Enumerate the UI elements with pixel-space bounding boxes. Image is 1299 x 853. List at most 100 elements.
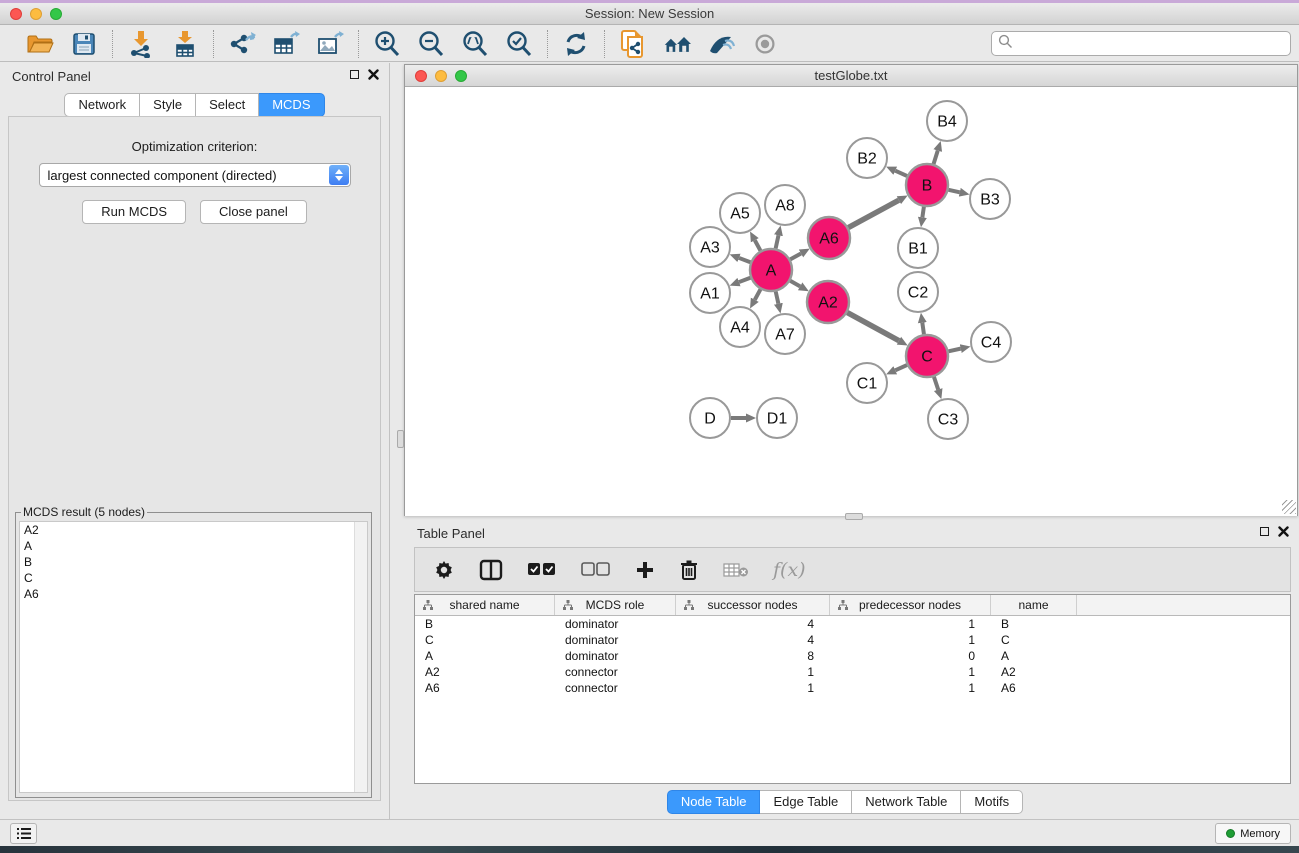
edge-A6-B[interactable] <box>848 200 899 227</box>
edge-B-B1[interactable] <box>922 207 924 218</box>
open-icon[interactable] <box>26 30 54 58</box>
table-cell[interactable]: A <box>991 648 1077 664</box>
clone-network-icon[interactable] <box>619 30 647 58</box>
graph-node-C1[interactable]: C1 <box>847 363 887 403</box>
home-icon[interactable] <box>663 30 691 58</box>
table-cell[interactable]: 4 <box>676 632 830 648</box>
close-panel-button[interactable]: Close panel <box>200 200 307 224</box>
graph-node-B[interactable]: B <box>906 164 948 206</box>
memory-button[interactable]: Memory <box>1215 823 1291 844</box>
splitter-handle-horizontal[interactable] <box>845 513 863 520</box>
export-image-icon[interactable] <box>316 30 344 58</box>
table-cell[interactable]: A2 <box>991 664 1077 680</box>
search-box[interactable] <box>991 31 1291 56</box>
graph-node-A[interactable]: A <box>750 249 792 291</box>
graph-node-A6[interactable]: A6 <box>808 217 850 259</box>
float-table-panel-icon[interactable] <box>1260 527 1269 536</box>
edge-A-A2[interactable] <box>790 281 800 287</box>
result-list-item[interactable]: A2 <box>20 522 367 538</box>
graph-node-C[interactable]: C <box>906 335 948 377</box>
table-cell[interactable]: B <box>415 616 555 632</box>
graph-node-B1[interactable]: B1 <box>898 228 938 268</box>
column-header-successor-nodes[interactable]: successor nodes <box>676 595 830 615</box>
edge-B-B4[interactable] <box>934 151 938 164</box>
birdseye-view-icon[interactable] <box>751 30 779 58</box>
table-cell[interactable]: dominator <box>555 648 676 664</box>
column-header-MCDS-role[interactable]: MCDS role <box>555 595 676 615</box>
tab-style[interactable]: Style <box>140 93 196 117</box>
tab-motifs[interactable]: Motifs <box>961 790 1023 814</box>
edge-C-C1[interactable] <box>895 365 907 370</box>
edge-A-A5[interactable] <box>755 240 761 250</box>
tab-select[interactable]: Select <box>196 93 259 117</box>
graph-node-B4[interactable]: B4 <box>927 101 967 141</box>
edge-A-A7[interactable] <box>776 291 779 303</box>
network-graph[interactable]: B4B2BB3A5A8A6A3B1AA1C2A2A4A7C4CC1DD1C3 <box>405 87 1297 516</box>
close-table-panel-icon[interactable] <box>1278 526 1289 537</box>
table-row[interactable]: Cdominator41C <box>415 632 1290 648</box>
splitter-handle-vertical[interactable] <box>397 430 404 448</box>
table-cell[interactable]: dominator <box>555 632 676 648</box>
graph-node-A5[interactable]: A5 <box>720 193 760 233</box>
table-cell[interactable]: C <box>415 632 555 648</box>
table-cell[interactable]: 1 <box>676 664 830 680</box>
table-row[interactable]: Adominator80A <box>415 648 1290 664</box>
graph-node-B3[interactable]: B3 <box>970 179 1010 219</box>
table-cell[interactable]: connector <box>555 664 676 680</box>
table-cell[interactable]: 1 <box>830 632 991 648</box>
table-cell[interactable]: 1 <box>830 616 991 632</box>
graph-node-A3[interactable]: A3 <box>690 227 730 267</box>
column-header-name[interactable]: name <box>991 595 1077 615</box>
graph-node-A7[interactable]: A7 <box>765 314 805 354</box>
table-cell[interactable]: A6 <box>415 680 555 696</box>
graph-node-D[interactable]: D <box>690 398 730 438</box>
import-table-icon[interactable] <box>171 30 199 58</box>
graph-node-A2[interactable]: A2 <box>807 281 849 323</box>
table-cell[interactable]: A2 <box>415 664 555 680</box>
import-network-icon[interactable] <box>127 30 155 58</box>
table-cell[interactable]: 0 <box>830 648 991 664</box>
settings-gear-icon[interactable] <box>433 555 455 585</box>
edge-A-A3[interactable] <box>739 258 750 262</box>
edge-B-B3[interactable] <box>948 190 959 193</box>
table-row[interactable]: A2connector11A2 <box>415 664 1290 680</box>
table-cell[interactable]: B <box>991 616 1077 632</box>
column-header-shared-name[interactable]: shared name <box>415 595 555 615</box>
table-cell[interactable]: A6 <box>991 680 1077 696</box>
graph-node-C3[interactable]: C3 <box>928 399 968 439</box>
edge-C-C2[interactable] <box>922 323 924 335</box>
result-list-scrollbar[interactable] <box>354 522 367 792</box>
edge-C-C4[interactable] <box>948 349 960 352</box>
table-cell[interactable]: connector <box>555 680 676 696</box>
graph-node-B2[interactable]: B2 <box>847 138 887 178</box>
tab-mcds[interactable]: MCDS <box>259 93 324 117</box>
table-cell[interactable]: 1 <box>676 680 830 696</box>
graph-node-A4[interactable]: A4 <box>720 307 760 347</box>
table-cell[interactable]: 4 <box>676 616 830 632</box>
mcds-result-list[interactable]: A2ABCA6 <box>19 521 368 793</box>
zoom-selected-icon[interactable] <box>505 30 533 58</box>
edge-A2-C[interactable] <box>847 313 899 341</box>
network-window-titlebar[interactable]: testGlobe.txt <box>405 65 1297 87</box>
network-view-window[interactable]: testGlobe.txt B4B2BB3A5A8A6A3B1AA1C2A2A4… <box>404 64 1298 516</box>
result-list-item[interactable]: A6 <box>20 586 367 602</box>
task-history-button[interactable] <box>10 823 37 844</box>
graph-node-C2[interactable]: C2 <box>898 272 938 312</box>
edge-A-A4[interactable] <box>755 289 761 299</box>
save-icon[interactable] <box>70 30 98 58</box>
zoom-in-icon[interactable] <box>373 30 401 58</box>
select-all-icon[interactable] <box>527 555 557 585</box>
tab-network-table[interactable]: Network Table <box>852 790 961 814</box>
table-row[interactable]: A6connector11A6 <box>415 680 1290 696</box>
edge-A-A6[interactable] <box>790 253 801 259</box>
table-cell[interactable]: C <box>991 632 1077 648</box>
edge-A-A1[interactable] <box>739 278 750 282</box>
window-titlebar[interactable]: Session: New Session <box>0 3 1299 25</box>
graphics-details-icon[interactable] <box>707 30 735 58</box>
zoom-out-icon[interactable] <box>417 30 445 58</box>
add-column-icon[interactable] <box>635 555 655 585</box>
window-resize-grip[interactable] <box>1282 500 1296 514</box>
result-list-item[interactable]: A <box>20 538 367 554</box>
export-network-icon[interactable] <box>228 30 256 58</box>
table-row[interactable]: Bdominator41B <box>415 616 1290 632</box>
